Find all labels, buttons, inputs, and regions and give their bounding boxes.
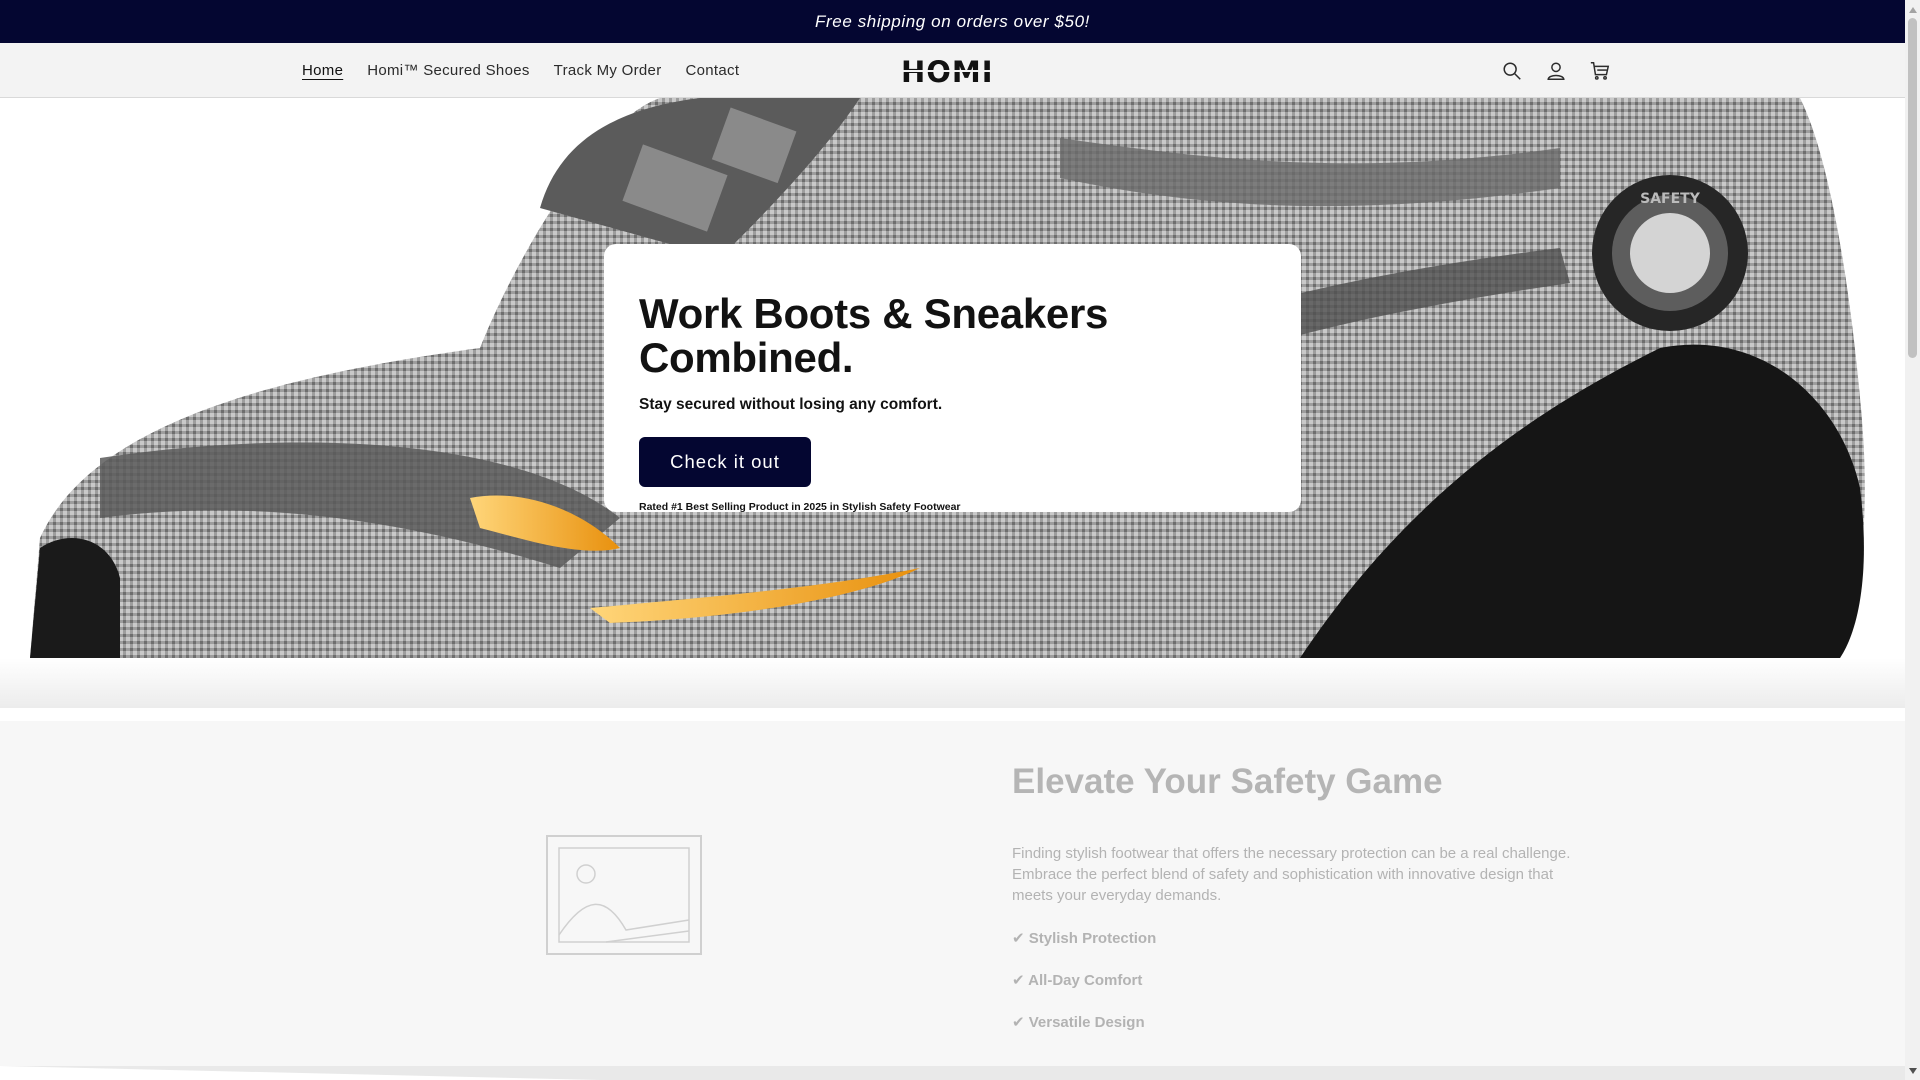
search-icon (1503, 62, 1521, 80)
nav-secured-shoes[interactable]: Homi™ Secured Shoes (367, 62, 529, 79)
feature-item: ✔ All-Day Comfort (1012, 972, 1143, 989)
hero-rating-note: Rated #1 Best Selling Product in 2025 in… (639, 501, 961, 514)
announcement-text: Free shipping on orders over $50! (815, 11, 1090, 31)
badge-text: SAFETY (1640, 191, 1701, 207)
image-placeholder-icon (546, 835, 702, 955)
scroll-up-arrow-icon[interactable] (1905, 2, 1920, 17)
announcement-bar: Free shipping on orders over $50! (0, 0, 1905, 43)
scroll-down-arrow-icon[interactable] (1905, 1063, 1920, 1078)
divider-wedge (0, 1066, 600, 1080)
nav-contact[interactable]: Contact (686, 62, 740, 79)
cart-button[interactable] (1578, 53, 1622, 89)
nav-track-order[interactable]: Track My Order (554, 62, 662, 79)
nav-home[interactable]: Home (302, 62, 343, 79)
account-icon (1547, 62, 1565, 80)
scrollbar-thumb[interactable] (1908, 18, 1917, 358)
hero-subtitle: Stay secured without losing any comfort. (639, 396, 943, 414)
feature-item: ✔ Versatile Design (1012, 1014, 1145, 1031)
hero-card: Work Boots & Sneakers Combined. Stay sec… (604, 244, 1301, 514)
section-body: Finding stylish footwear that offers the… (1012, 845, 1571, 904)
feature-item: ✔ Stylish Protection (1012, 930, 1157, 947)
hero-banner: SAFETY Work Boots & Sneakers Combined. S… (0, 98, 1905, 658)
feature-list: ✔ Stylish Protection ✔ All-Day Comfort ✔… (1012, 928, 1156, 1054)
features-section: Elevate Your Safety Game Finding stylish… (0, 721, 1905, 1066)
header-icons (1490, 53, 1622, 89)
check-it-out-button[interactable]: Check it out (639, 437, 811, 488)
account-button[interactable] (1534, 53, 1578, 89)
section-divider (0, 658, 1905, 708)
section-title: Elevate Your Safety Game (1012, 762, 1443, 801)
cart-icon (1590, 62, 1610, 80)
site-header: Home Homi™ Secured Shoes Track My Order … (0, 43, 1905, 98)
search-button[interactable] (1490, 53, 1534, 89)
page-scrollbar[interactable] (1905, 0, 1920, 1080)
site-logo[interactable]: HOMI (901, 55, 994, 89)
main-nav: Home Homi™ Secured Shoes Track My Order … (302, 43, 763, 98)
hero-title: Work Boots & Sneakers Combined. (639, 290, 1109, 382)
